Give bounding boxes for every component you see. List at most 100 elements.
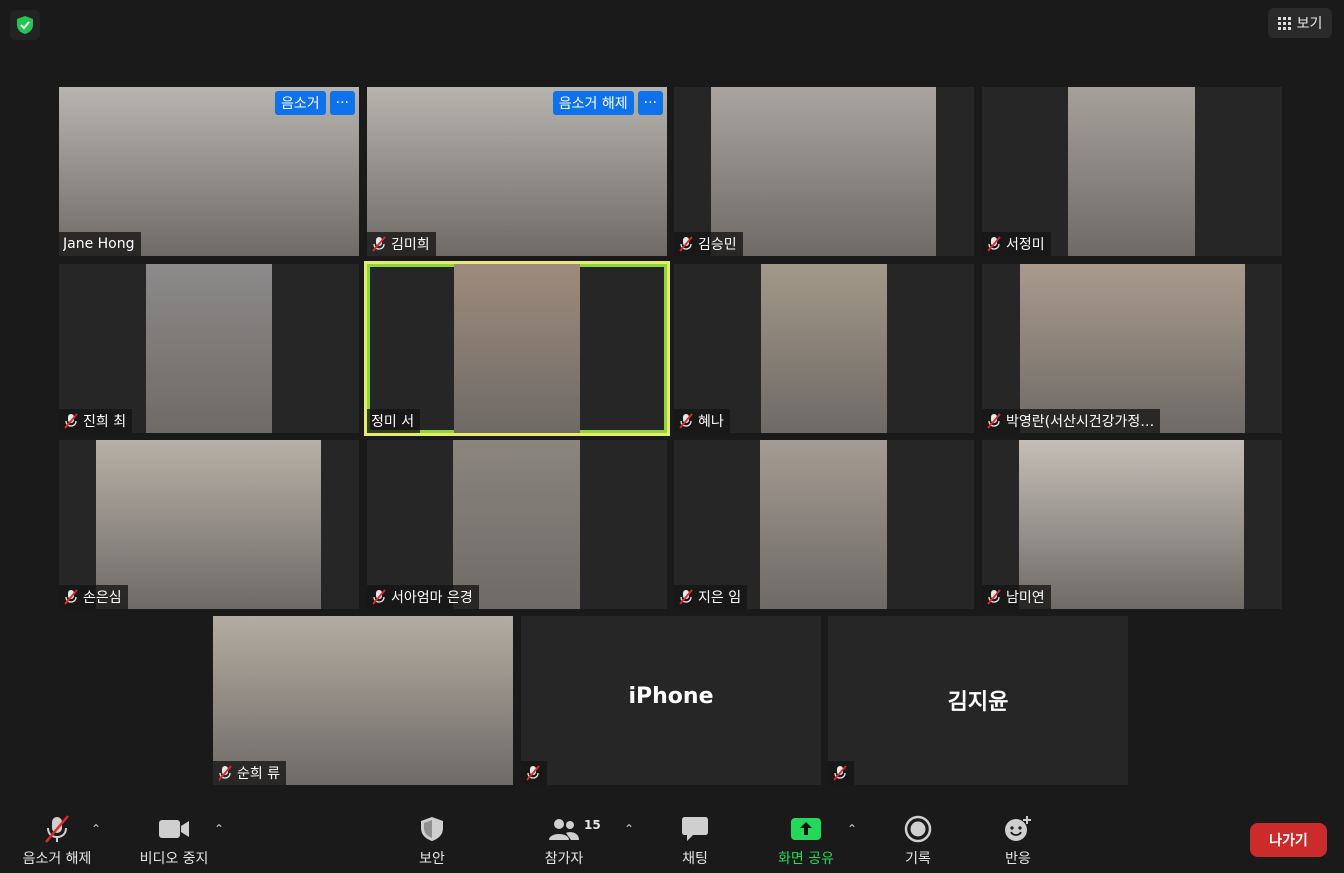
- mic-muted-icon: [679, 236, 693, 252]
- encryption-shield-icon[interactable]: [10, 10, 40, 40]
- participant-name: 김미희: [391, 237, 430, 253]
- unmute-label: 음소거 해제: [22, 851, 92, 867]
- participant-name: 김승민: [698, 237, 737, 253]
- participants-label: 참가자: [544, 851, 584, 867]
- participant-display-name: 김지윤: [947, 690, 1009, 715]
- audio-options-caret[interactable]: ⌃: [89, 822, 103, 836]
- tile-mute-toggle-button[interactable]: 음소거: [275, 91, 326, 115]
- participant-nameplate: 김승민: [674, 232, 743, 256]
- mic-muted-icon: [64, 589, 78, 605]
- mic-muted-icon: [218, 765, 232, 781]
- participant-video: [761, 264, 887, 433]
- participant-nameplate: 정미 서: [367, 409, 421, 433]
- participant-nameplate: Jane Hong: [59, 232, 141, 256]
- participants-icon: [549, 819, 579, 840]
- participant-name: Jane Hong: [63, 236, 135, 252]
- participant-name: 박영란(서산시건강가정…: [1006, 414, 1155, 430]
- participant-video: [1020, 264, 1245, 433]
- participant-video: [146, 264, 272, 433]
- participant-nameplate: 박영란(서산시건강가정…: [982, 409, 1161, 433]
- record-label: 기록: [905, 851, 931, 867]
- tile-mute-toggle-button[interactable]: 음소거 해제: [552, 91, 634, 115]
- video-camera-icon: [159, 820, 189, 838]
- participant-name: 남미연: [1006, 590, 1045, 606]
- participant-name: 서정미: [1006, 237, 1045, 253]
- mic-muted-icon: [833, 765, 847, 781]
- participant-video: [453, 440, 580, 609]
- participant-tile[interactable]: 서정미: [982, 87, 1282, 256]
- participant-tile[interactable]: 김지윤: [828, 616, 1128, 785]
- chat-button[interactable]: 채팅: [635, 814, 755, 868]
- participant-tile[interactable]: 손은심: [59, 440, 359, 609]
- participant-nameplate: 서정미: [982, 232, 1051, 256]
- tile-hover-controls: 음소거 해제 ···: [552, 91, 663, 115]
- participant-name: 지은 임: [698, 590, 742, 606]
- participants-button[interactable]: 15 참가자: [504, 814, 624, 868]
- reaction-emoji-icon: [1005, 816, 1031, 841]
- participant-nameplate: 남미연: [982, 585, 1051, 609]
- participant-tile[interactable]: 음소거 해제 ··· 김미희: [367, 87, 667, 256]
- tile-hover-controls: 음소거 ···: [275, 91, 355, 115]
- participant-video: [1068, 87, 1195, 256]
- reactions-button[interactable]: 반응: [958, 814, 1078, 868]
- participant-tile[interactable]: 지은 임: [674, 440, 974, 609]
- security-label: 보안: [419, 851, 445, 867]
- tile-more-button[interactable]: ···: [637, 91, 663, 115]
- participant-tile[interactable]: 진희 최: [59, 264, 359, 433]
- participant-tile[interactable]: 순희 류: [213, 616, 513, 785]
- participant-tile[interactable]: 혜나: [674, 264, 974, 433]
- mic-muted-icon: [526, 765, 540, 781]
- participant-tile[interactable]: 서아엄마 은경: [367, 440, 667, 609]
- video-options-caret[interactable]: ⌃: [212, 822, 226, 836]
- participant-name: 순희 류: [237, 766, 281, 782]
- participant-nameplate: 지은 임: [674, 585, 748, 609]
- mic-muted-icon: [987, 589, 1001, 605]
- participant-video: [213, 616, 513, 785]
- share-options-caret[interactable]: ⌃: [845, 822, 859, 836]
- share-screen-label: 화면 공유: [778, 851, 834, 867]
- participant-tile[interactable]: 정미 서: [364, 261, 670, 436]
- participant-tile[interactable]: 음소거 ··· Jane Hong: [59, 87, 359, 256]
- participant-name: 손은심: [83, 590, 122, 606]
- reactions-label: 반응: [1005, 851, 1031, 867]
- mic-muted-icon: [987, 413, 1001, 429]
- security-button[interactable]: 보안: [372, 814, 492, 868]
- stop-video-label: 비디오 중지: [139, 851, 209, 867]
- meeting-toolbar: 음소거 해제 ⌃ 비디오 중지 ⌃ 보안 15 참가자 ⌃ 채팅 화면 공유 ⌃…: [0, 800, 1344, 873]
- mic-muted-icon: [679, 413, 693, 429]
- participant-tile[interactable]: 김승민: [674, 87, 974, 256]
- grid-icon: [1277, 16, 1291, 30]
- participants-count: 15: [584, 818, 601, 832]
- mic-muted-icon: [987, 236, 1001, 252]
- chat-icon: [682, 817, 708, 841]
- participant-tile[interactable]: 박영란(서산시건강가정…: [982, 264, 1282, 433]
- participant-name: 서아엄마 은경: [391, 590, 473, 606]
- mic-muted-icon: [45, 815, 69, 843]
- participant-nameplate: 순희 류: [213, 761, 287, 785]
- participant-nameplate: [828, 761, 854, 785]
- participant-video: [1019, 440, 1244, 609]
- mic-muted-icon: [679, 589, 693, 605]
- participant-nameplate: 혜나: [674, 409, 730, 433]
- view-label: 보기: [1296, 16, 1323, 32]
- participant-tile[interactable]: iPhone: [521, 616, 821, 785]
- mic-muted-icon: [372, 236, 386, 252]
- shield-icon: [421, 817, 443, 841]
- participant-display-name: iPhone: [628, 684, 714, 709]
- participants-options-caret[interactable]: ⌃: [622, 822, 636, 836]
- participant-nameplate: 김미희: [367, 232, 436, 256]
- participant-name: 진희 최: [83, 414, 127, 430]
- tile-more-button[interactable]: ···: [329, 91, 355, 115]
- participant-video: [711, 87, 936, 256]
- participant-video: [454, 264, 580, 433]
- leave-button[interactable]: 나가기: [1250, 823, 1327, 857]
- view-button[interactable]: 보기: [1268, 8, 1332, 38]
- participant-name: 혜나: [698, 414, 724, 430]
- participant-name: 정미 서: [371, 414, 415, 430]
- participant-nameplate: [521, 761, 547, 785]
- record-icon: [904, 815, 932, 843]
- mic-muted-icon: [64, 413, 78, 429]
- participant-video: [96, 440, 321, 609]
- mic-muted-icon: [372, 589, 386, 605]
- participant-tile[interactable]: 남미연: [982, 440, 1282, 609]
